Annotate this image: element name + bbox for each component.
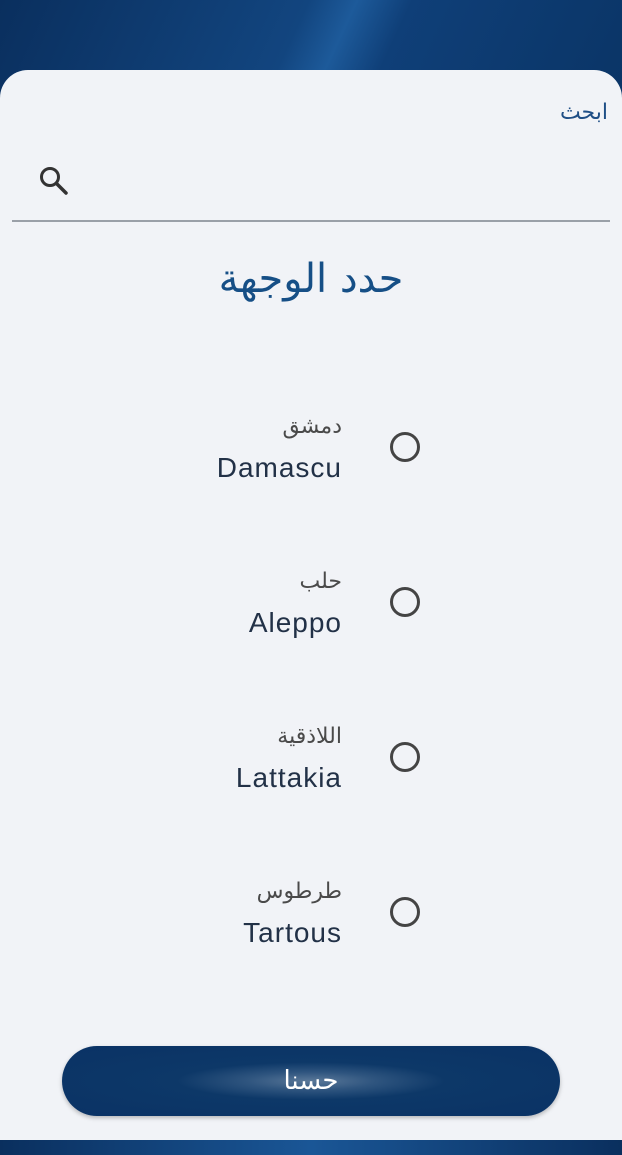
- option-text: حلب Aleppo: [249, 567, 342, 643]
- confirm-button[interactable]: حسنا: [62, 1046, 560, 1116]
- option-english-label: Damascu: [216, 452, 342, 483]
- radio-button[interactable]: [390, 587, 420, 617]
- option-english-label: Aleppo: [248, 607, 342, 638]
- option-arabic-label: طرطوس: [256, 879, 342, 904]
- option-aleppo[interactable]: حلب Aleppo: [0, 567, 622, 677]
- radio-button[interactable]: [390, 432, 420, 462]
- page-title: حدد الوجهة: [218, 256, 404, 302]
- option-text: طرطوس Tartous: [243, 877, 342, 953]
- option-arabic-label: دمشق: [282, 414, 342, 439]
- search-input-underline[interactable]: [12, 220, 610, 222]
- footer-background: [0, 1140, 622, 1155]
- search-icon[interactable]: [37, 164, 71, 198]
- option-damascus[interactable]: دمشق Damascu: [0, 412, 622, 522]
- option-english-label: Tartous: [243, 917, 342, 948]
- option-lattakia[interactable]: اللاذقية Lattakia: [0, 722, 622, 832]
- search-label: ابحث: [559, 100, 608, 125]
- option-text: اللاذقية Lattakia: [236, 722, 342, 798]
- option-arabic-label: اللاذقية: [277, 724, 342, 749]
- option-text: دمشق Damascu: [217, 412, 342, 488]
- option-arabic-label: حلب: [299, 569, 343, 594]
- option-english-label: Lattakia: [235, 762, 342, 793]
- option-tartous[interactable]: طرطوس Tartous: [0, 877, 622, 987]
- radio-button[interactable]: [390, 742, 420, 772]
- radio-button[interactable]: [390, 897, 420, 927]
